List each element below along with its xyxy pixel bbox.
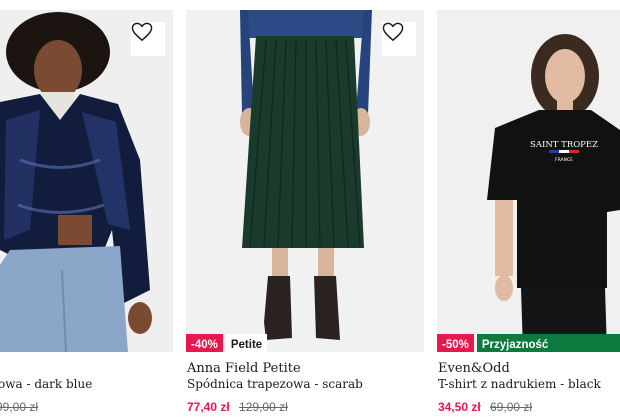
original-price: 99,00 zł [0,400,39,414]
product-brand[interactable]: Anna Field Petite [187,361,301,376]
discount-badge: -50% [437,334,474,352]
heart-outline-icon [131,22,153,42]
product-badges: -40% Petite [186,334,268,352]
model-photo-tshirt: SAINT TROPEZ FRANCE [437,10,620,352]
product-card[interactable]: SAINT TROPEZ FRANCE -50% Przyjazność śro… [437,0,620,420]
product-prices: 77,40 zł 129,00 zł [187,400,288,414]
product-prices: 99,00 zł [0,400,38,414]
sustainability-badge: Przyjazność środowisku [476,334,620,352]
product-prices: 34,50 zł 69,00 zł [438,400,532,414]
product-image[interactable]: -40% Petite [186,10,424,352]
shirt-print-text: SAINT TROPEZ [530,140,598,150]
product-name[interactable]: T-shirt z nadrukiem - black [438,377,601,391]
product-card[interactable]: -40% Petite Anna Field Petite Spódnica t… [186,0,424,420]
fit-badge: Petite [225,334,268,352]
shirt-print-subtext: FRANCE [555,157,573,163]
sale-price: 77,40 zł [187,400,230,414]
product-name[interactable]: Spódnica trapezowa - scarab [187,377,363,391]
wishlist-button[interactable] [382,22,416,56]
wishlist-button[interactable] [131,22,165,56]
heart-outline-icon [382,22,404,42]
sale-price: 34,50 zł [438,400,481,414]
product-badges: -50% Przyjazność środowisku [437,334,620,352]
model-photo-pleated-skirt [186,10,424,352]
product-name[interactable]: owa - dark blue [0,377,92,391]
product-brand[interactable]: Even&Odd [438,361,510,376]
product-image[interactable]: SAINT TROPEZ FRANCE -50% Przyjazność śro… [437,10,620,352]
model-photo-puffer-jacket [0,10,173,352]
original-price: 129,00 zł [239,400,288,414]
product-image[interactable] [0,10,173,352]
product-card[interactable]: owa - dark blue 99,00 zł [0,0,173,420]
discount-badge: -40% [186,334,223,352]
original-price: 69,00 zł [490,400,533,414]
